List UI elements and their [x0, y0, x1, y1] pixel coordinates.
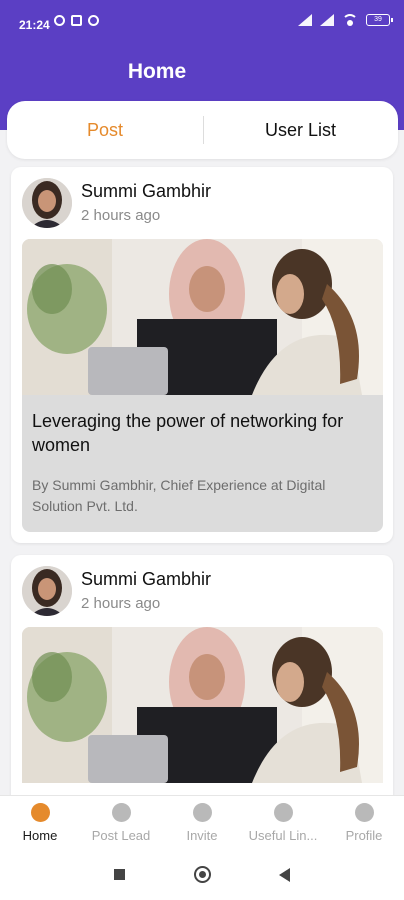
home-button-icon[interactable]	[194, 866, 211, 883]
system-nav-bar	[0, 850, 404, 900]
facebook-icon	[88, 15, 99, 26]
profile-icon	[354, 803, 374, 822]
wifi-icon	[342, 14, 358, 26]
trash-icon	[71, 15, 82, 26]
tab-post[interactable]: Post	[7, 101, 203, 159]
invite-icon	[192, 803, 212, 822]
nav-label: Profile	[345, 828, 383, 843]
nav-profile[interactable]: Profile	[324, 796, 404, 851]
tab-user-list[interactable]: User List	[203, 101, 398, 159]
post-card[interactable]: Summi Gambhir 2 hours ago Leveraging the…	[11, 167, 393, 543]
author-name[interactable]: Summi Gambhir	[81, 569, 211, 590]
battery-icon: 39	[366, 14, 393, 26]
post-card[interactable]: Summi Gambhir 2 hours ago	[11, 555, 393, 815]
nav-label: Invite	[186, 828, 218, 843]
recents-icon[interactable]	[114, 869, 125, 880]
nav-label: Home	[22, 828, 58, 843]
avatar[interactable]	[22, 178, 72, 228]
nav-post-lead[interactable]: Post Lead	[81, 796, 161, 851]
post-lead-icon	[111, 803, 131, 822]
bottom-nav: Home Post Lead Invite Useful Lin... Prof…	[0, 795, 404, 851]
back-icon[interactable]	[279, 868, 290, 882]
post-title[interactable]: Leveraging the power of networking for w…	[32, 409, 372, 457]
post-content[interactable]: Leveraging the power of networking for w…	[22, 395, 383, 532]
nav-label: Useful Lin...	[248, 828, 318, 843]
status-time: 21:24	[19, 18, 50, 32]
post-time: 2 hours ago	[81, 595, 161, 612]
page-title: Home	[127, 60, 187, 83]
post-image[interactable]	[22, 627, 383, 783]
useful-links-icon	[273, 803, 293, 822]
signal-icon	[298, 14, 312, 26]
alarm-icon	[54, 15, 65, 26]
post-time: 2 hours ago	[81, 207, 161, 224]
post-image[interactable]	[22, 239, 383, 395]
author-name[interactable]: Summi Gambhir	[81, 181, 211, 202]
nav-label: Post Lead	[91, 828, 151, 843]
nav-invite[interactable]: Invite	[162, 796, 242, 851]
signal-icon-2	[320, 14, 334, 26]
status-bar: 21:24 39	[0, 0, 404, 50]
home-icon	[30, 803, 50, 822]
avatar[interactable]	[22, 566, 72, 616]
post-subtitle: By Summi Gambhir, Chief Experience at Di…	[32, 477, 326, 514]
nav-home[interactable]: Home	[0, 796, 80, 851]
nav-useful-links[interactable]: Useful Lin...	[243, 796, 323, 851]
tab-bar: Post User List	[7, 101, 398, 159]
